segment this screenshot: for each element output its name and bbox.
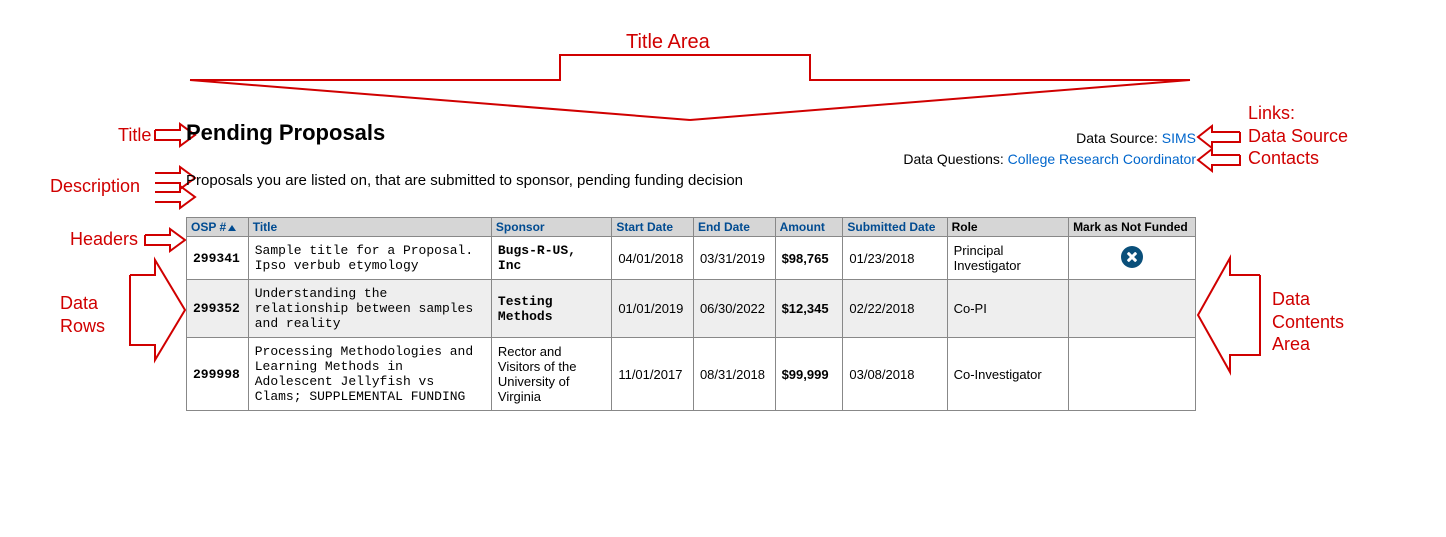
- col-osp-label: OSP #: [191, 220, 226, 234]
- col-sponsor[interactable]: Sponsor: [491, 218, 611, 237]
- cell-amount: $12,345: [775, 280, 843, 338]
- sort-asc-icon: [228, 225, 236, 231]
- cell-submitted: 02/22/2018: [843, 280, 947, 338]
- data-source-label: Data Source:: [1076, 130, 1162, 146]
- ann-description: Description: [50, 175, 140, 198]
- links-block: Data Source: SIMS Data Questions: Colleg…: [903, 128, 1196, 170]
- cell-sponsor: Testing Methods: [491, 280, 611, 338]
- col-mark[interactable]: Mark as Not Funded: [1069, 218, 1196, 237]
- cell-sponsor: Bugs-R-US, Inc: [491, 237, 611, 280]
- page-description: Proposals you are listed on, that are su…: [186, 171, 746, 191]
- cell-start: 04/01/2018: [612, 237, 694, 280]
- cell-end: 06/30/2022: [693, 280, 775, 338]
- table-row: 299998Processing Methodologies and Learn…: [187, 338, 1196, 411]
- table-header-row: OSP # Title Sponsor Start Date End Date …: [187, 218, 1196, 237]
- cell-submitted: 03/08/2018: [843, 338, 947, 411]
- ann-links: Links: Data Source Contacts: [1248, 102, 1348, 170]
- col-start[interactable]: Start Date: [612, 218, 694, 237]
- col-end[interactable]: End Date: [693, 218, 775, 237]
- ann-title-area: Title Area: [626, 30, 710, 55]
- cell-role: Co-Investigator: [947, 338, 1068, 411]
- proposals-panel: Pending Proposals Data Source: SIMS Data…: [186, 120, 1196, 411]
- cell-end: 08/31/2018: [693, 338, 775, 411]
- cell-osp: 299998: [187, 338, 249, 411]
- col-amount[interactable]: Amount: [775, 218, 843, 237]
- ann-title: Title: [118, 124, 151, 147]
- col-title[interactable]: Title: [248, 218, 491, 237]
- cell-osp: 299341: [187, 237, 249, 280]
- cell-sponsor: Rector and Visitors of the University of…: [491, 338, 611, 411]
- cell-start: 01/01/2019: [612, 280, 694, 338]
- table-row: 299341Sample title for a Proposal. Ipso …: [187, 237, 1196, 280]
- cell-title: Sample title for a Proposal. Ipso verbub…: [248, 237, 491, 280]
- cell-submitted: 01/23/2018: [843, 237, 947, 280]
- data-source-link[interactable]: SIMS: [1162, 130, 1196, 146]
- cell-amount: $98,765: [775, 237, 843, 280]
- cell-mark: [1069, 338, 1196, 411]
- col-osp[interactable]: OSP #: [187, 218, 249, 237]
- proposals-table: OSP # Title Sponsor Start Date End Date …: [186, 217, 1196, 411]
- cell-title: Processing Methodologies and Learning Me…: [248, 338, 491, 411]
- ann-headers: Headers: [70, 228, 138, 251]
- mark-not-funded-icon[interactable]: [1121, 246, 1143, 268]
- col-submitted[interactable]: Submitted Date: [843, 218, 947, 237]
- table-row: 299352Understanding the relationship bet…: [187, 280, 1196, 338]
- cell-osp: 299352: [187, 280, 249, 338]
- cell-role: Co-PI: [947, 280, 1068, 338]
- cell-mark: [1069, 237, 1196, 280]
- cell-amount: $99,999: [775, 338, 843, 411]
- cell-role: Principal Investigator: [947, 237, 1068, 280]
- data-questions-link[interactable]: College Research Coordinator: [1008, 151, 1196, 167]
- cell-title: Understanding the relationship between s…: [248, 280, 491, 338]
- ann-data-rows: Data Rows: [60, 292, 105, 337]
- col-role[interactable]: Role: [947, 218, 1068, 237]
- cell-end: 03/31/2019: [693, 237, 775, 280]
- ann-data-contents-area: Data Contents Area: [1272, 288, 1344, 356]
- cell-start: 11/01/2017: [612, 338, 694, 411]
- cell-mark: [1069, 280, 1196, 338]
- data-questions-label: Data Questions:: [903, 151, 1007, 167]
